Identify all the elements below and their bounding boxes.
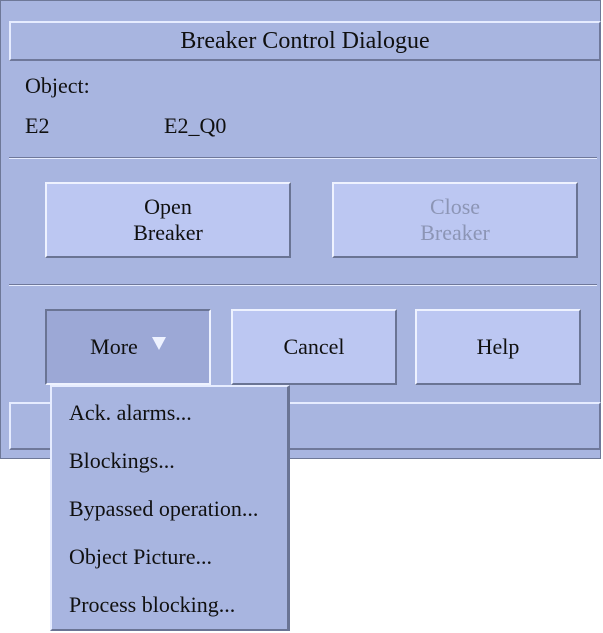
more-dropdown-menu: Ack. alarms... Blockings... Bypassed ope… [50, 385, 290, 631]
menu-item-blockings[interactable]: Blockings... [52, 441, 287, 489]
object-name: E2_Q0 [164, 113, 227, 138]
object-label: Object: [25, 73, 90, 98]
close-breaker-label-line1: Close [429, 194, 481, 219]
dialog-title: Breaker Control Dialogue [9, 21, 601, 61]
close-breaker-button[interactable]: Close Breaker [332, 182, 578, 258]
help-button[interactable]: Help [415, 309, 581, 385]
more-button[interactable]: More [45, 309, 211, 385]
separator [9, 157, 597, 159]
open-breaker-label-line2: Breaker [133, 220, 203, 245]
object-station: E2 [25, 113, 50, 138]
triangle-down-icon [151, 336, 166, 350]
menu-item-ack-alarms[interactable]: Ack. alarms... [52, 393, 287, 441]
close-breaker-label-line2: Breaker [420, 220, 490, 245]
menu-item-bypassed-operation[interactable]: Bypassed operation... [52, 489, 287, 537]
menu-item-process-blocking[interactable]: Process blocking... [52, 585, 287, 633]
cancel-button[interactable]: Cancel [231, 309, 397, 385]
separator [9, 284, 597, 286]
open-breaker-label-line1: Open [144, 194, 192, 219]
menu-item-object-picture[interactable]: Object Picture... [52, 537, 287, 585]
more-button-label: More [90, 334, 138, 359]
open-breaker-button[interactable]: Open Breaker [45, 182, 291, 258]
